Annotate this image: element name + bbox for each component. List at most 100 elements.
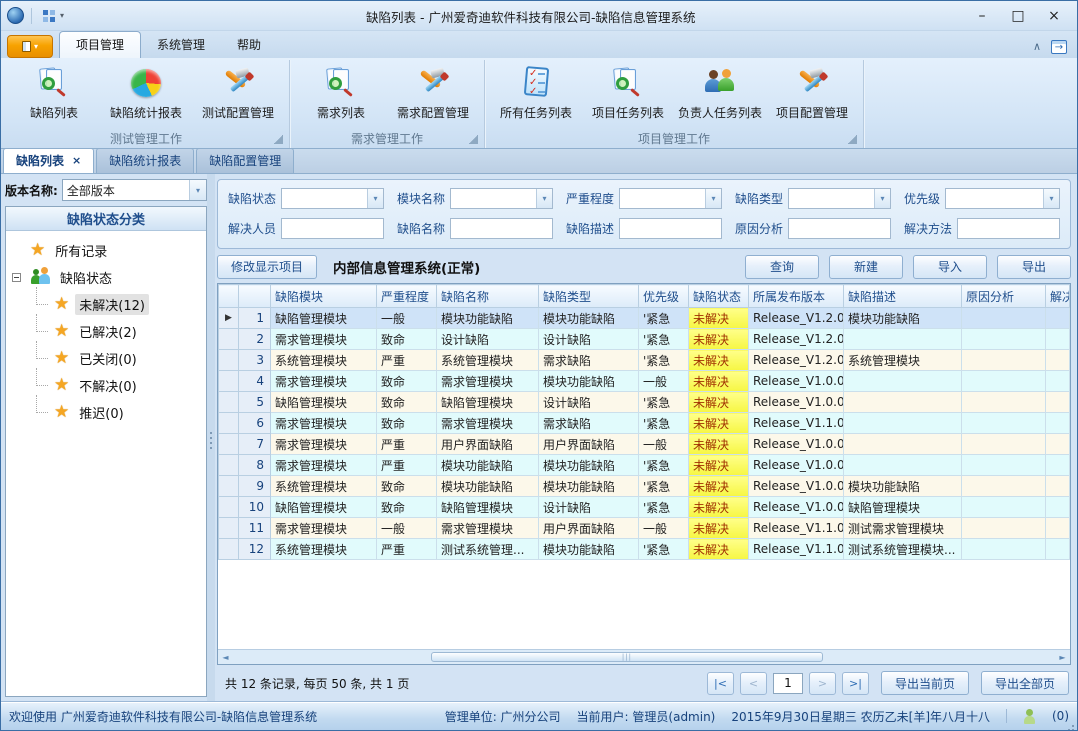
table-row[interactable]: 10缺陷管理模块致命缺陷管理模块设计缺陷'紧急未解决Release_V1.0.0…: [219, 497, 1070, 518]
table-row[interactable]: 11需求管理模块一般需求管理模块用户界面缺陷一般未解决Release_V1.1.…: [219, 518, 1070, 539]
table-row[interactable]: 8需求管理模块严重模块功能缺陷模块功能缺陷'紧急未解决Release_V1.0.…: [219, 455, 1070, 476]
ribbon-tab-1[interactable]: 系统管理: [141, 32, 221, 58]
scrollbar-thumb[interactable]: |||: [431, 652, 823, 662]
application-menu-button[interactable]: ▾: [7, 35, 53, 58]
collapse-ribbon-icon[interactable]: ∧: [1033, 42, 1041, 52]
doc-tab-2[interactable]: 缺陷配置管理: [196, 148, 294, 173]
column-header-priority[interactable]: 优先级: [639, 285, 689, 308]
column-header-desc[interactable]: 缺陷描述: [844, 285, 962, 308]
collapse-node-icon[interactable]: [12, 273, 21, 282]
new-button[interactable]: 新建: [829, 255, 903, 279]
sidebar-splitter[interactable]: [207, 174, 215, 701]
filter-label: 解决方法: [904, 220, 952, 237]
column-header-name[interactable]: 缺陷名称: [437, 285, 539, 308]
chevron-down-icon[interactable]: ▾: [874, 189, 890, 208]
ribbon-button[interactable]: 项目配置管理: [769, 62, 855, 129]
tree-item-0[interactable]: ★所有记录: [6, 237, 206, 264]
close-tab-icon[interactable]: ×: [72, 154, 81, 167]
welcome-text: 欢迎使用 广州爱奇迪软件科技有限公司-缺陷信息管理系统: [9, 708, 317, 725]
chevron-down-icon[interactable]: ▾: [1043, 189, 1059, 208]
filter-combo[interactable]: ▾: [788, 188, 891, 209]
column-header-module[interactable]: 缺陷模块: [271, 285, 377, 308]
filter-input[interactable]: [450, 218, 553, 239]
last-page-button[interactable]: >|: [842, 672, 869, 695]
close-button[interactable]: ×: [1037, 4, 1071, 28]
export-current-page-button[interactable]: 导出当前页: [881, 671, 969, 695]
ribbon-button[interactable]: 缺陷统计报表: [103, 62, 189, 129]
doc-tab-1[interactable]: 缺陷统计报表: [96, 148, 194, 173]
quick-access-toolbar[interactable]: ▾: [39, 8, 68, 24]
table-row[interactable]: 2需求管理模块致命设计缺陷设计缺陷'紧急未解决Release_V1.2.0: [219, 329, 1070, 350]
filter-field: 缺陷状态▾: [228, 188, 384, 209]
defect-grid: 缺陷模块严重程度缺陷名称缺陷类型优先级缺陷状态所属发布版本缺陷描述原因分析解决方…: [217, 283, 1071, 665]
filter-input[interactable]: [619, 218, 722, 239]
cell-solution: [1046, 518, 1070, 539]
column-header-solution[interactable]: 解决方法: [1046, 285, 1070, 308]
column-header-version[interactable]: 所属发布版本: [749, 285, 844, 308]
ribbon-button[interactable]: 缺陷列表: [11, 62, 97, 129]
column-header-type[interactable]: 缺陷类型: [539, 285, 639, 308]
chevron-down-icon[interactable]: ▾: [189, 180, 206, 200]
table-row[interactable]: 4需求管理模块致命需求管理模块模块功能缺陷一般未解决Release_V1.0.0: [219, 371, 1070, 392]
cell-solution: [1046, 476, 1070, 497]
search-docs-icon: [35, 65, 73, 101]
online-users-icon: [1023, 709, 1036, 724]
table-row[interactable]: 6需求管理模块致命需求管理模块需求缺陷'紧急未解决Release_V1.1.0: [219, 413, 1070, 434]
page-number-input[interactable]: 1: [773, 673, 803, 694]
scroll-right-icon[interactable]: ►: [1055, 653, 1070, 662]
ribbon-button[interactable]: 负责人任务列表: [677, 62, 763, 129]
minimize-button[interactable]: –: [965, 4, 999, 28]
filter-combo[interactable]: ▾: [619, 188, 722, 209]
prev-page-button[interactable]: <: [740, 672, 767, 695]
import-button[interactable]: 导入: [913, 255, 987, 279]
cell-module: 需求管理模块: [271, 518, 377, 539]
cell-desc: 测试系统管理模块...: [844, 539, 962, 560]
scroll-left-icon[interactable]: ◄: [218, 653, 233, 662]
dialog-launcher-icon[interactable]: [274, 135, 283, 144]
version-label: 版本名称:: [5, 182, 58, 199]
ribbon-tab-2[interactable]: 帮助: [221, 32, 277, 58]
table-row[interactable]: 3系统管理模块严重系统管理模块需求缺陷'紧急未解决Release_V1.2.0系…: [219, 350, 1070, 371]
filter-combo[interactable]: ▾: [281, 188, 384, 209]
dialog-launcher-icon[interactable]: [469, 135, 478, 144]
doc-tab-0[interactable]: 缺陷列表×: [3, 148, 94, 173]
resize-grip-icon[interactable]: [1072, 725, 1074, 727]
dialog-launcher-icon[interactable]: [848, 135, 857, 144]
cell-version: Release_V1.2.0: [749, 329, 844, 350]
tree-item-6[interactable]: ★推迟(0): [6, 399, 206, 426]
first-page-button[interactable]: |<: [707, 672, 734, 695]
ribbon-button[interactable]: 项目任务列表: [585, 62, 671, 129]
table-row[interactable]: ▶1缺陷管理模块一般模块功能缺陷模块功能缺陷'紧急未解决Release_V1.2…: [219, 308, 1070, 329]
filter-input[interactable]: [788, 218, 891, 239]
table-row[interactable]: 5缺陷管理模块致命缺陷管理模块设计缺陷'紧急未解决Release_V1.0.0: [219, 392, 1070, 413]
ribbon-button[interactable]: 需求列表: [298, 62, 384, 129]
filter-combo[interactable]: ▾: [945, 188, 1060, 209]
modify-columns-button[interactable]: 修改显示项目: [217, 255, 317, 279]
version-select[interactable]: 全部版本 ▾: [62, 179, 207, 201]
column-header-status[interactable]: 缺陷状态: [689, 285, 749, 308]
chevron-down-icon[interactable]: ▾: [536, 189, 552, 208]
ribbon-button[interactable]: 测试配置管理: [195, 62, 281, 129]
export-all-pages-button[interactable]: 导出全部页: [981, 671, 1069, 695]
next-page-button[interactable]: >: [809, 672, 836, 695]
horizontal-scrollbar[interactable]: ◄ ||| ►: [218, 649, 1070, 664]
search-button[interactable]: 查询: [745, 255, 819, 279]
cell-desc: [844, 434, 962, 455]
chevron-down-icon[interactable]: ▾: [705, 189, 721, 208]
chevron-down-icon[interactable]: ▾: [367, 189, 383, 208]
chevron-down-icon[interactable]: ▾: [60, 11, 64, 20]
export-button[interactable]: 导出: [997, 255, 1071, 279]
ribbon-tab-0[interactable]: 项目管理: [59, 31, 141, 58]
column-header-analysis[interactable]: 原因分析: [962, 285, 1046, 308]
ribbon-button[interactable]: ✓✓✓所有任务列表: [493, 62, 579, 129]
help-icon[interactable]: →: [1051, 40, 1067, 54]
filter-input[interactable]: [957, 218, 1060, 239]
column-header-severity[interactable]: 严重程度: [377, 285, 437, 308]
ribbon-button[interactable]: 需求配置管理: [390, 62, 476, 129]
maximize-button[interactable]: □: [1001, 4, 1035, 28]
table-row[interactable]: 9系统管理模块致命模块功能缺陷模块功能缺陷'紧急未解决Release_V1.0.…: [219, 476, 1070, 497]
filter-input[interactable]: [281, 218, 384, 239]
table-row[interactable]: 7需求管理模块严重用户界面缺陷用户界面缺陷一般未解决Release_V1.0.0: [219, 434, 1070, 455]
table-row[interactable]: 12系统管理模块严重测试系统管理...模块功能缺陷'紧急未解决Release_V…: [219, 539, 1070, 560]
filter-combo[interactable]: ▾: [450, 188, 553, 209]
